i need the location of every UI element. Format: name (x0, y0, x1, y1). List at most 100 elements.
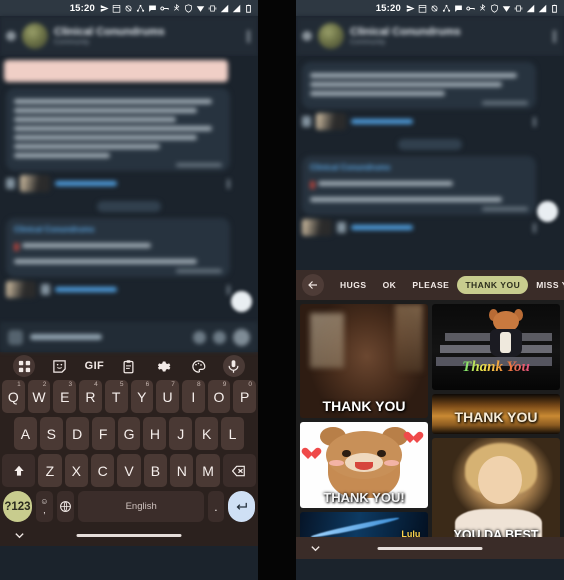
gif-category-miss-you[interactable]: MISS YOU (528, 276, 564, 294)
gif-result-gold-thank-you[interactable]: THANK YOU (432, 394, 560, 434)
key-V[interactable]: V (117, 454, 141, 487)
home-indicator[interactable] (76, 533, 182, 537)
key-Q[interactable]: 1Q (1, 380, 25, 413)
overflow-menu-icon[interactable] (533, 222, 536, 233)
chat-header-right[interactable]: Clinical Conundrums Community (296, 16, 564, 56)
back-arrow-icon[interactable] (6, 31, 16, 41)
gif-category-bar[interactable]: HUGS OK PLEASE THANK YOU MISS YOU (296, 270, 564, 300)
theme-palette-icon[interactable] (188, 356, 208, 376)
key-O[interactable]: 9O (207, 380, 231, 413)
software-keyboard[interactable]: GIF 1Q 2W 3E 4R 5T 6Y 7 U 8 I 9 O 0 P A … (0, 352, 258, 546)
key-Y[interactable]: 6Y (130, 380, 154, 413)
key-G[interactable]: G (117, 417, 141, 450)
overflow-menu-icon[interactable] (247, 29, 250, 43)
gif-result-jerry-thank-you[interactable]: Thank You (432, 304, 560, 390)
key-K[interactable]: K (195, 417, 219, 450)
apps-grid-icon[interactable] (13, 355, 36, 377)
gif-result-girl-you-da-best[interactable]: YOU DA BEST (432, 438, 560, 537)
key-U[interactable]: 7U (156, 380, 179, 413)
clipboard-icon[interactable] (119, 356, 139, 376)
reaction-icon[interactable] (6, 178, 15, 189)
overflow-menu-icon[interactable] (227, 284, 230, 295)
key-H[interactable]: H (143, 417, 167, 450)
keyboard-row-3[interactable]: Z X C V B N M (0, 454, 258, 487)
gif-result-bear-thank-you[interactable]: THANK YOU! (300, 422, 428, 508)
keyboard-toolbar[interactable]: GIF (0, 352, 258, 380)
key-T[interactable]: 5T (104, 380, 128, 413)
microphone-icon[interactable] (222, 355, 245, 377)
link-thumbnail[interactable] (20, 175, 50, 192)
keyboard-row-2[interactable]: A S D F G H J K L (0, 417, 258, 450)
camera-icon[interactable] (233, 328, 250, 346)
keyboard-row-1[interactable]: 1Q 2W 3E 4R 5T 6Y 7U 8I 9O 0P (0, 380, 258, 413)
comments-link[interactable] (55, 181, 117, 186)
reaction-icon[interactable] (337, 222, 346, 233)
message-bubble[interactable] (6, 88, 230, 171)
chevron-down-icon[interactable] (310, 543, 321, 554)
message-bubble[interactable] (302, 62, 536, 109)
key-S[interactable]: S (39, 417, 63, 450)
key-M[interactable]: M (196, 454, 220, 487)
link-thumbnail[interactable] (6, 281, 36, 298)
key-D[interactable]: D (65, 417, 89, 450)
key-A[interactable]: A (14, 417, 37, 450)
chat-body-left[interactable]: Clinical Conundrums (0, 56, 258, 322)
comments-link[interactable] (55, 287, 117, 292)
gif-category-ok[interactable]: OK (375, 276, 405, 294)
key-Z[interactable]: Z (38, 454, 62, 487)
message-footer[interactable] (302, 219, 536, 236)
key-P[interactable]: 0P (233, 380, 257, 413)
key-X[interactable]: X (64, 454, 88, 487)
overflow-menu-icon[interactable] (533, 116, 536, 127)
message-bubble[interactable]: Clinical Conundrums (302, 156, 536, 215)
chevron-down-icon[interactable] (14, 530, 25, 541)
gif-result-blue-swoosh[interactable]: Lulu (300, 512, 428, 537)
gif-category-thank-you[interactable]: THANK YOU (457, 276, 529, 294)
scroll-down-fab[interactable] (537, 201, 558, 222)
chat-header-left[interactable]: Clinical Conundrums Community (0, 16, 258, 56)
attach-icon[interactable] (213, 330, 226, 344)
overflow-menu-icon[interactable] (553, 29, 556, 43)
key-E[interactable]: 3E (53, 380, 77, 413)
globe-language-icon[interactable] (56, 491, 74, 522)
backspace-icon[interactable] (222, 454, 256, 487)
gif-category-please[interactable]: PLEASE (404, 276, 457, 294)
enter-return-icon[interactable] (227, 491, 256, 522)
settings-gear-icon[interactable] (154, 356, 174, 376)
home-indicator[interactable] (377, 546, 483, 550)
chat-body-right[interactable]: Clinical Conundrums (296, 56, 564, 270)
plus-icon[interactable] (8, 329, 23, 345)
gif-result-man-thank-you[interactable]: THANK YOU (300, 304, 428, 418)
link-thumbnail[interactable] (316, 113, 346, 130)
message-input[interactable] (30, 334, 102, 340)
emoji-icon[interactable] (193, 330, 206, 344)
key-L[interactable]: L (221, 417, 245, 450)
back-arrow-icon[interactable] (302, 31, 312, 41)
gif-category-hugs[interactable]: HUGS (332, 276, 375, 294)
message-bubble[interactable]: Clinical Conundrums (6, 218, 230, 277)
gif-results-grid[interactable]: THANK YOU THANK YOU! Lulu Thank You THAN… (296, 300, 564, 537)
key-N[interactable]: N (170, 454, 194, 487)
symbols-key[interactable]: ?123 (3, 491, 32, 522)
key-J[interactable]: J (169, 417, 193, 450)
sticker-icon[interactable] (50, 356, 70, 376)
message-footer[interactable] (6, 281, 230, 298)
message-footer[interactable] (302, 113, 536, 130)
key-W[interactable]: 2W (27, 380, 51, 413)
key-I[interactable]: 8I (181, 380, 205, 413)
pinned-banner[interactable] (4, 60, 228, 82)
gif-icon[interactable]: GIF (84, 356, 104, 376)
link-thumbnail[interactable] (302, 219, 332, 236)
comments-link[interactable] (351, 119, 413, 124)
back-arrow-icon[interactable] (302, 274, 324, 296)
overflow-menu-icon[interactable] (227, 178, 230, 189)
shift-icon[interactable] (2, 454, 36, 487)
scroll-down-fab[interactable] (231, 291, 252, 312)
key-F[interactable]: F (91, 417, 115, 450)
key-C[interactable]: C (90, 454, 115, 487)
avatar[interactable] (22, 23, 48, 49)
emoji-comma-key[interactable]: ☺ , (35, 491, 53, 522)
keyboard-row-4[interactable]: ?123 ☺ , English . (0, 491, 258, 522)
key-B[interactable]: B (143, 454, 168, 487)
reaction-icon[interactable] (302, 116, 311, 127)
